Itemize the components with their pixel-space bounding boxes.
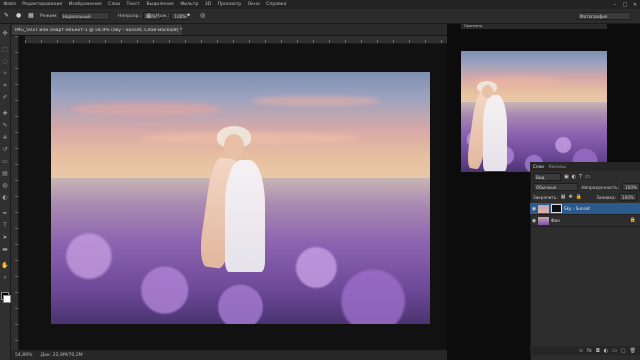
clone-tool-icon[interactable]: ⎈ bbox=[1, 134, 9, 142]
lock-all-icon[interactable]: 🔒 bbox=[576, 194, 582, 200]
preview-image bbox=[461, 51, 607, 172]
mode-label: Режим: bbox=[40, 13, 58, 19]
horizontal-ruler bbox=[25, 36, 447, 44]
brush-size-picker[interactable]: ● bbox=[16, 12, 21, 20]
layers-lock-row: Закрепить: ▦ ✥ 🔒 Заливка: 100% bbox=[530, 193, 640, 201]
toolbox: ✥ ⬚ ◌ ✧ ⌗ ✐ ✚ ✎ ⎈ ↺ ▭ ▤ ◍ ◐ ✒ T ➤ ▬ ✋ ⌕ bbox=[0, 24, 11, 360]
visibility-eye-icon[interactable]: ◉ bbox=[530, 218, 538, 224]
menu-item-view[interactable]: Просмотр bbox=[214, 2, 244, 7]
filter-shape-icon[interactable]: ▭ bbox=[585, 174, 590, 180]
menu-item-help[interactable]: Справка bbox=[263, 2, 290, 7]
lasso-tool-icon[interactable]: ◌ bbox=[1, 58, 9, 66]
visibility-eye-icon[interactable]: ◉ bbox=[530, 206, 538, 212]
layer-filter-select[interactable]: Вид bbox=[533, 173, 561, 181]
filter-type-icon[interactable]: T bbox=[579, 174, 582, 180]
document-info: Док: 22,9M/70,2M bbox=[40, 352, 83, 358]
pressure-size-icon[interactable]: ◎ bbox=[200, 12, 205, 20]
tab-layers[interactable]: Слои bbox=[533, 164, 544, 169]
preview-window-label: Просмотр bbox=[464, 24, 483, 28]
zoom-tool-icon[interactable]: ⌕ bbox=[1, 274, 9, 282]
eyedropper-tool-icon[interactable]: ✐ bbox=[1, 94, 9, 102]
options-bar: ✎ ● ▦ Режим: Нормальный Непрозр.: 80% ◎ … bbox=[0, 9, 640, 24]
layers-panel-tabs: Слои Каналы bbox=[530, 162, 640, 171]
layers-footer: ∞ fx ◘ ◐ ▭ ▢ 🗑 bbox=[530, 346, 640, 355]
brush-tool-icon[interactable]: ✎ bbox=[4, 12, 9, 20]
path-select-tool-icon[interactable]: ➤ bbox=[1, 234, 9, 242]
document-tab-title: IMG_5037 или смарт-объект-1 @ 54,9% (Sky… bbox=[15, 27, 182, 33]
type-tool-icon[interactable]: T bbox=[1, 222, 9, 230]
preview-window-title[interactable]: Просмотр bbox=[461, 24, 607, 29]
layer-thumbnail bbox=[538, 216, 549, 225]
adjustment-layer-icon[interactable]: ◐ bbox=[604, 348, 608, 354]
add-mask-icon[interactable]: ◘ bbox=[596, 348, 600, 354]
layer-thumbnail bbox=[538, 204, 549, 213]
background-color-swatch[interactable] bbox=[3, 295, 11, 303]
menu-item-edit[interactable]: Редактирование bbox=[19, 2, 65, 7]
link-layers-icon[interactable]: ∞ bbox=[579, 348, 583, 354]
layer-name: Фон bbox=[551, 218, 560, 223]
layer-style-icon[interactable]: fx bbox=[587, 348, 592, 354]
fill-label: Заливка: bbox=[596, 194, 616, 200]
marquee-tool-icon[interactable]: ⬚ bbox=[1, 46, 9, 54]
gradient-tool-icon[interactable]: ▤ bbox=[1, 170, 9, 178]
tab-channels[interactable]: Каналы bbox=[549, 164, 566, 169]
layer-row-sky-sunset[interactable]: ◉ Sky - Sunset bbox=[530, 203, 640, 215]
layers-filter-row: Вид ▣ ◐ T ▭ bbox=[530, 173, 640, 181]
maximize-button[interactable]: □ bbox=[620, 2, 630, 8]
pressure-opacity-icon[interactable]: ◎ bbox=[146, 12, 151, 20]
new-layer-icon[interactable]: ▢ bbox=[621, 348, 626, 354]
eraser-tool-icon[interactable]: ▭ bbox=[1, 158, 9, 166]
hand-tool-icon[interactable]: ✋ bbox=[1, 262, 9, 270]
layer-row-background[interactable]: ◉ Фон 🔒 bbox=[530, 215, 640, 227]
healing-tool-icon[interactable]: ✚ bbox=[1, 110, 9, 118]
lock-label: Закрепить: bbox=[533, 194, 558, 200]
pen-tool-icon[interactable]: ✒ bbox=[1, 210, 9, 218]
layer-opacity-field[interactable]: 100% bbox=[622, 183, 640, 191]
menu-item-text[interactable]: Текст bbox=[123, 2, 143, 7]
layer-mask-thumbnail[interactable] bbox=[551, 204, 562, 213]
canvas-image[interactable] bbox=[51, 72, 430, 324]
airbrush-icon[interactable]: ✦ bbox=[186, 12, 191, 20]
menu-item-image[interactable]: Изображение bbox=[66, 2, 105, 7]
zoom-level[interactable]: 54,89% bbox=[15, 353, 33, 358]
menu-item-layers[interactable]: Слои bbox=[105, 2, 123, 7]
vertical-ruler bbox=[11, 36, 19, 354]
history-brush-tool-icon[interactable]: ↺ bbox=[1, 146, 9, 154]
crop-tool-icon[interactable]: ⌗ bbox=[1, 82, 9, 90]
layer-opacity-label: Непрозрачность: bbox=[581, 184, 620, 190]
menu-item-select[interactable]: Выделение bbox=[143, 2, 177, 7]
blend-mode-select[interactable]: Обычные bbox=[533, 183, 579, 191]
menu-item-3d[interactable]: 3D bbox=[202, 2, 215, 7]
menu-bar: Файл Редактирование Изображение Слои Тек… bbox=[0, 0, 640, 9]
layers-blend-row: Обычные Непрозрачность: 100% bbox=[530, 183, 640, 191]
layer-lock-icon: 🔒 bbox=[629, 217, 636, 223]
lock-position-icon[interactable]: ✥ bbox=[569, 194, 573, 200]
opacity-label: Непрозр.: bbox=[118, 13, 142, 19]
workspace-select[interactable]: Фотография bbox=[577, 12, 631, 20]
layers-panel bbox=[530, 162, 640, 360]
brush-tool-icon[interactable]: ✎ bbox=[1, 122, 9, 130]
document-tab[interactable]: IMG_5037 или смарт-объект-1 @ 54,9% (Sky… bbox=[12, 25, 182, 35]
new-group-icon[interactable]: ▭ bbox=[612, 348, 617, 354]
delete-layer-icon[interactable]: 🗑 bbox=[630, 348, 636, 354]
move-tool-icon[interactable]: ✥ bbox=[1, 30, 9, 38]
menu-item-window[interactable]: Окно bbox=[244, 2, 263, 7]
close-button[interactable]: × bbox=[630, 2, 640, 8]
menu-item-filter[interactable]: Фильтр bbox=[177, 2, 202, 7]
menu-item-file[interactable]: Файл bbox=[0, 2, 19, 7]
mode-select[interactable]: Нормальный bbox=[59, 12, 110, 20]
filter-adjustment-icon[interactable]: ◐ bbox=[572, 174, 576, 180]
layer-fill-field[interactable]: 100% bbox=[619, 193, 637, 201]
dodge-tool-icon[interactable]: ◐ bbox=[1, 194, 9, 202]
lock-pixels-icon[interactable]: ▦ bbox=[561, 194, 566, 200]
filter-pixel-icon[interactable]: ▣ bbox=[564, 174, 569, 180]
shape-tool-icon[interactable]: ▬ bbox=[1, 246, 9, 254]
layer-name: Sky - Sunset bbox=[564, 206, 590, 211]
quick-select-tool-icon[interactable]: ✧ bbox=[1, 70, 9, 78]
minimize-button[interactable]: – bbox=[610, 2, 620, 8]
blur-tool-icon[interactable]: ◍ bbox=[1, 182, 9, 190]
flow-label: Наж.: bbox=[156, 13, 170, 19]
status-bar: 54,89% Док: 22,9M/70,2M bbox=[11, 350, 447, 360]
brush-panel-icon[interactable]: ▦ bbox=[28, 12, 34, 20]
